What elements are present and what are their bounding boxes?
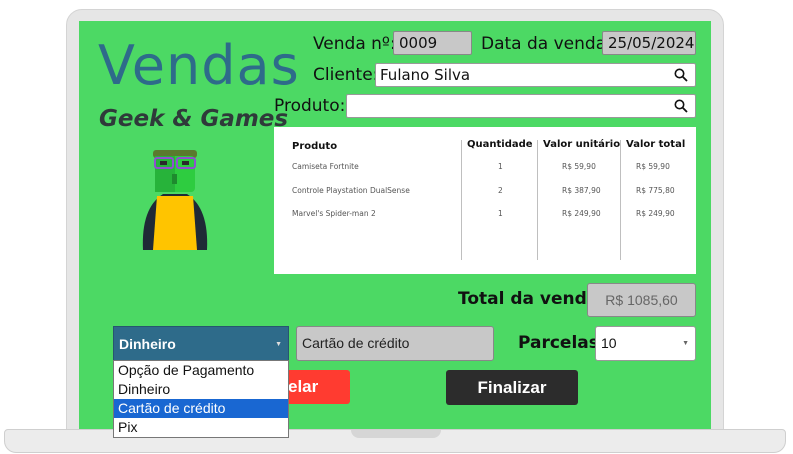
dropdown-option[interactable]: Pix [114, 418, 288, 437]
cell-produto: Camiseta Fortnite [292, 162, 359, 171]
search-icon[interactable] [674, 68, 688, 82]
cell-valor-total: R$ 775,80 [636, 186, 675, 195]
column-divider [461, 140, 462, 260]
cell-valor-unitario: R$ 59,90 [562, 162, 596, 171]
mascot-icon [142, 150, 208, 250]
cell-quantidade: 2 [498, 186, 503, 195]
laptop-notch [351, 430, 441, 438]
products-table: Produto Quantidade Valor unitário Valor … [274, 127, 696, 274]
produto-label: Produto: [274, 96, 346, 116]
parcelas-value: 10 [601, 335, 617, 351]
cliente-label: Cliente: [313, 65, 379, 85]
dropdown-option[interactable]: Opção de Pagamento [114, 361, 288, 380]
dropdown-option[interactable]: Dinheiro [114, 380, 288, 399]
cliente-input[interactable]: Fulano Silva [375, 63, 696, 87]
dropdown-option-highlighted[interactable]: Cartão de crédito [114, 399, 288, 418]
cliente-value: Fulano Silva [380, 66, 471, 84]
column-header-produto: Produto [292, 141, 338, 152]
column-header-valor-unitario: Valor unitário [543, 139, 621, 150]
cell-quantidade: 1 [498, 162, 503, 171]
total-label: Total da venda: [458, 289, 606, 309]
cell-quantidade: 1 [498, 209, 503, 218]
column-divider [620, 140, 621, 260]
produto-input[interactable] [346, 94, 696, 118]
app-title: Vendas [98, 34, 300, 97]
payment-dropdown-list: Opção de Pagamento Dinheiro Cartão de cr… [113, 360, 289, 438]
payment-selected-value: Dinheiro [119, 336, 176, 352]
data-field[interactable]: 25/05/2024 [602, 31, 696, 55]
column-header-quantidade: Quantidade [467, 139, 533, 150]
app-subtitle: Geek & Games [99, 106, 289, 132]
parcelas-select[interactable]: 10 ▼ [595, 326, 696, 361]
cell-valor-total: R$ 249,90 [636, 209, 675, 218]
finish-button[interactable]: Finalizar [446, 370, 578, 405]
cell-produto: Controle Playstation DualSense [292, 186, 410, 195]
venda-label: Venda nº: [313, 34, 396, 54]
cell-valor-total: R$ 59,90 [636, 162, 670, 171]
venda-number-field[interactable]: 0009 [393, 31, 472, 55]
parcelas-label: Parcelas: [518, 333, 606, 353]
chevron-down-icon: ▼ [275, 341, 282, 348]
total-value: R$ 1085,60 [587, 283, 696, 317]
cell-produto: Marvel's Spider-man 2 [292, 209, 376, 218]
cell-valor-unitario: R$ 387,90 [562, 186, 601, 195]
search-icon[interactable] [674, 99, 688, 113]
card-field[interactable]: Cartão de crédito [296, 326, 494, 361]
payment-select[interactable]: Dinheiro ▼ [113, 326, 289, 361]
cell-valor-unitario: R$ 249,90 [562, 209, 601, 218]
column-header-valor-total: Valor total [626, 139, 686, 150]
data-label: Data da venda: [481, 34, 612, 54]
chevron-down-icon: ▼ [682, 340, 689, 347]
column-divider [537, 140, 538, 260]
